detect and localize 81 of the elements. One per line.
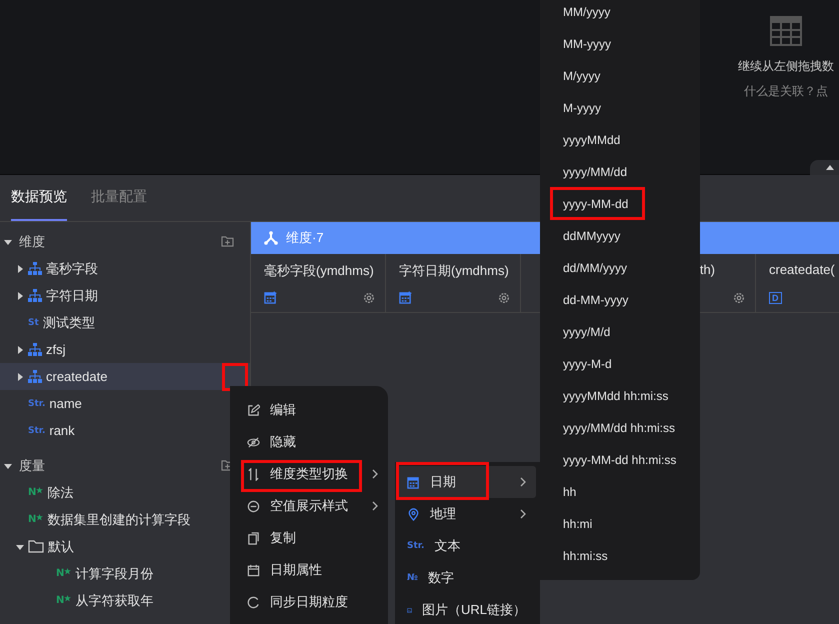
tab[interactable]: 批量配置 bbox=[91, 175, 147, 221]
menu-item[interactable]: yyyyMMdd bbox=[540, 124, 700, 156]
caret-up-icon bbox=[826, 164, 834, 170]
caret-icon[interactable] bbox=[16, 542, 24, 550]
type-badge-icon: Str. bbox=[407, 541, 424, 551]
header-title: 维度·7 bbox=[286, 229, 324, 247]
column-title: th) bbox=[700, 262, 715, 277]
menu-item[interactable]: M/yyyy bbox=[540, 60, 700, 92]
caret-icon[interactable] bbox=[16, 372, 24, 380]
type-badge-icon: № bbox=[407, 573, 418, 583]
hierarchy-icon bbox=[28, 370, 42, 383]
hidden-eye-icon bbox=[247, 436, 260, 448]
chevron-right-icon bbox=[372, 469, 378, 479]
menu-item[interactable]: M-yyyy bbox=[540, 92, 700, 124]
settings-icon[interactable] bbox=[363, 292, 375, 304]
refresh-icon bbox=[247, 596, 260, 608]
dimension-icon bbox=[264, 231, 278, 245]
location-pin-icon bbox=[407, 508, 420, 520]
menu-item[interactable]: yyyy-MM-dd bbox=[540, 188, 700, 220]
collapse-tab[interactable] bbox=[810, 160, 839, 175]
section-title: 维度 bbox=[19, 232, 46, 250]
menu-item[interactable]: hh bbox=[540, 476, 700, 508]
minus-circle-icon bbox=[247, 500, 260, 512]
menu-item[interactable]: Str. 文本 bbox=[397, 530, 536, 562]
calendar-icon bbox=[264, 291, 277, 304]
menu-item[interactable]: 图片（URL链接） bbox=[397, 594, 536, 624]
folder-icon bbox=[28, 540, 44, 553]
date-type-icon: D bbox=[769, 292, 782, 304]
menu-item[interactable]: 地理 bbox=[397, 498, 536, 530]
tree-item[interactable]: St 测试类型 bbox=[0, 309, 250, 336]
tree-item[interactable]: 字符日期 bbox=[0, 282, 250, 309]
tree-item[interactable]: createdate bbox=[0, 363, 250, 390]
table-icon bbox=[770, 16, 802, 46]
menu-item[interactable]: hh:mi:ss bbox=[540, 540, 700, 572]
hierarchy-icon bbox=[28, 262, 42, 275]
menu-item[interactable]: yyyyMMdd hh:mi:ss bbox=[540, 380, 700, 412]
caret-icon[interactable] bbox=[16, 264, 24, 272]
menu-item[interactable]: MM/yyyy bbox=[540, 0, 700, 28]
caret-icon[interactable] bbox=[16, 346, 24, 354]
column-title: 毫秒字段(ymdhms) bbox=[264, 262, 374, 280]
calendar-icon bbox=[399, 291, 412, 304]
text-type-icon: Str. bbox=[28, 398, 46, 408]
add-folder-icon[interactable] bbox=[221, 236, 234, 247]
menu-item[interactable]: yyyy-M-d bbox=[540, 348, 700, 380]
chevron-right-icon bbox=[372, 501, 378, 511]
menu-item[interactable]: yyyy/M/d bbox=[540, 316, 700, 348]
menu-item[interactable]: yyyy/MM/dd hh:mi:ss bbox=[540, 412, 700, 444]
menu-item[interactable]: dd-MM-yyyy bbox=[540, 284, 700, 316]
menu-item[interactable]: ddMMyyyy bbox=[540, 220, 700, 252]
menu-item[interactable]: № 数字 bbox=[397, 562, 536, 594]
tree-item[interactable]: zfsj bbox=[0, 336, 250, 363]
chevron-right-icon bbox=[520, 477, 526, 487]
edit-icon bbox=[247, 404, 260, 416]
tab[interactable]: 数据预览 bbox=[11, 175, 67, 221]
hierarchy-icon bbox=[28, 343, 42, 356]
section-title: 度量 bbox=[19, 456, 46, 474]
tree-item[interactable]: 毫秒字段 bbox=[0, 255, 250, 282]
caret-icon[interactable] bbox=[4, 238, 12, 246]
text-type-icon: Str. bbox=[28, 426, 46, 436]
menu-item[interactable]: 编辑 bbox=[230, 394, 388, 426]
empty-state-hint: 什么是关联？点 bbox=[744, 83, 828, 100]
column-title: createdate( bbox=[769, 262, 835, 277]
calendar-icon bbox=[407, 476, 420, 488]
settings-icon[interactable] bbox=[498, 292, 510, 304]
chevron-right-icon bbox=[520, 509, 526, 519]
menu-item[interactable]: yyyy-MM-dd hh:mi:ss bbox=[540, 444, 700, 476]
menu-item[interactable]: dd/MM/yyyy bbox=[540, 252, 700, 284]
empty-state-title: 继续从左侧拖拽数 bbox=[738, 58, 834, 75]
column-title: 字符日期(ymdhms) bbox=[399, 262, 509, 280]
text-type-icon: St bbox=[28, 318, 39, 328]
settings-icon[interactable] bbox=[733, 292, 745, 304]
calendar-icon bbox=[247, 564, 260, 576]
copy-icon bbox=[247, 532, 260, 544]
menu-item[interactable]: yyyy/MM/dd bbox=[540, 156, 700, 188]
hierarchy-icon bbox=[28, 289, 42, 302]
menu-item[interactable]: MM-yyyy bbox=[540, 28, 700, 60]
caret-icon[interactable] bbox=[16, 292, 24, 300]
menu-item[interactable]: hh:mi bbox=[540, 508, 700, 540]
swap-icon bbox=[247, 468, 260, 480]
caret-icon[interactable] bbox=[4, 462, 12, 470]
menu-item[interactable]: 隐藏 bbox=[230, 426, 388, 458]
